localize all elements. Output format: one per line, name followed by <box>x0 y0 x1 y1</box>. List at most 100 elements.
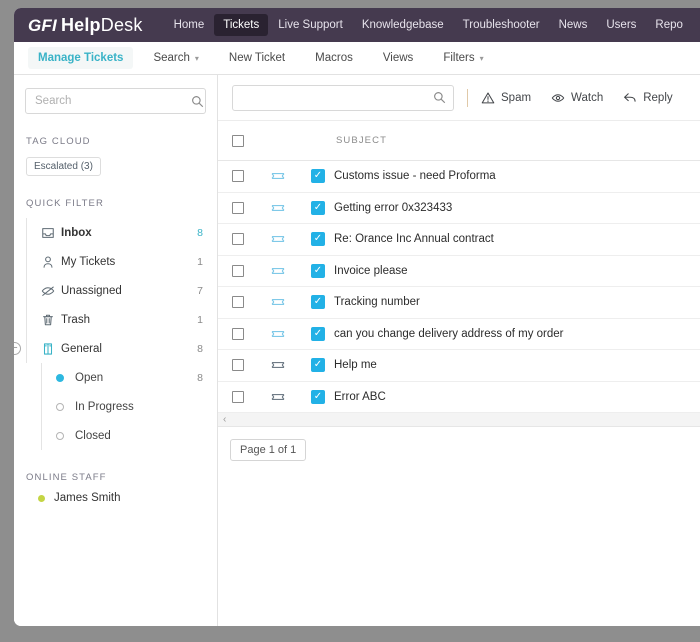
row-flag-checkbox[interactable]: ✓ <box>311 169 325 184</box>
app-logo[interactable]: GFI Help Desk <box>28 15 143 36</box>
table-row[interactable]: ✓ Getting error 0x323433 <box>218 193 700 224</box>
quick-filter-label: General <box>61 342 102 355</box>
tag-cloud-list: Escalated (3) <box>14 156 217 176</box>
status-filter-in-progress[interactable]: In Progress <box>42 392 217 421</box>
quick-filter-label: Inbox <box>61 226 92 239</box>
select-all-checkbox[interactable] <box>232 134 244 147</box>
ticket-subject[interactable]: Tracking number <box>334 296 700 308</box>
sidebar-search-box[interactable] <box>25 88 206 114</box>
row-flag-checkbox[interactable]: ✓ <box>311 263 325 278</box>
row-flag-checkbox[interactable]: ✓ <box>311 326 325 341</box>
row-select-checkbox[interactable] <box>232 359 244 372</box>
table-row[interactable]: ✓ can you change delivery address of my o… <box>218 319 700 350</box>
ticket-subject[interactable]: Customs issue - need Proforma <box>334 170 700 182</box>
row-select-cell[interactable] <box>218 201 254 214</box>
reply-button[interactable]: Reply <box>623 91 673 105</box>
table-row[interactable]: ✓ Error ABC <box>218 382 700 413</box>
top-nav-item-home[interactable]: Home <box>165 14 214 36</box>
row-flag-checkbox[interactable]: ✓ <box>311 232 325 247</box>
spam-button[interactable]: Spam <box>481 91 531 105</box>
ticket-subject[interactable]: Re: Orance Inc Annual contract <box>334 233 700 245</box>
row-flag-cell[interactable]: ✓ <box>302 295 334 310</box>
quick-filter-count: 7 <box>197 284 203 297</box>
row-select-checkbox[interactable] <box>232 327 244 340</box>
row-flag-checkbox[interactable]: ✓ <box>311 200 325 215</box>
row-select-checkbox[interactable] <box>232 264 244 277</box>
row-select-cell[interactable] <box>218 233 254 246</box>
collapse-toggle-icon[interactable]: − <box>14 342 21 355</box>
row-select-checkbox[interactable] <box>232 233 244 246</box>
ticket-subject[interactable]: Error ABC <box>334 391 700 403</box>
row-flag-checkbox[interactable]: ✓ <box>311 358 325 373</box>
status-filter-label: Open <box>75 371 104 384</box>
table-row[interactable]: ✓ Help me <box>218 350 700 382</box>
subnav-item-filters[interactable]: Filters ▾ <box>433 47 493 69</box>
row-select-cell[interactable] <box>218 327 254 340</box>
ticket-search-input[interactable] <box>240 90 433 105</box>
top-nav-item-news[interactable]: News <box>550 14 597 36</box>
top-nav-item-tickets[interactable]: Tickets <box>214 14 269 36</box>
row-flag-cell[interactable]: ✓ <box>302 232 334 247</box>
quick-filter-label: Trash <box>61 313 90 326</box>
subnav-item-macros[interactable]: Macros <box>305 47 363 69</box>
subnav-item-manage-tickets[interactable]: Manage Tickets <box>28 47 134 69</box>
watch-button[interactable]: Watch <box>551 91 603 105</box>
row-select-checkbox[interactable] <box>232 170 244 183</box>
ticket-subject[interactable]: Help me <box>334 359 700 371</box>
status-filter-closed[interactable]: Closed <box>42 421 217 450</box>
row-select-cell[interactable] <box>218 296 254 309</box>
quick-filter-item-trash[interactable]: Trash 1 <box>27 305 217 334</box>
horizontal-scrollbar[interactable]: ‹ <box>218 413 700 427</box>
subnav-item-new-ticket[interactable]: New Ticket <box>219 47 295 69</box>
ticket-subject[interactable]: Invoice please <box>334 265 700 277</box>
status-filter-count: 8 <box>197 371 203 384</box>
top-nav-item-knowledgebase[interactable]: Knowledgebase <box>353 14 453 36</box>
row-select-cell[interactable] <box>218 359 254 372</box>
online-staff-member[interactable]: James Smith <box>38 492 217 504</box>
top-nav-item-troubleshooter[interactable]: Troubleshooter <box>454 14 549 36</box>
row-flag-cell[interactable]: ✓ <box>302 169 334 184</box>
eye-slash-icon <box>41 284 61 298</box>
table-row[interactable]: ✓ Customs issue - need Proforma <box>218 161 700 193</box>
subnav-item-search[interactable]: Search ▾ <box>143 47 208 69</box>
ticket-subject[interactable]: Getting error 0x323433 <box>334 202 700 214</box>
table-row[interactable]: ✓ Re: Orance Inc Annual contract <box>218 224 700 256</box>
row-flag-cell[interactable]: ✓ <box>302 358 334 373</box>
sidebar-search-input[interactable] <box>33 94 191 108</box>
row-select-cell[interactable] <box>218 170 254 183</box>
quick-filter-item-inbox[interactable]: Inbox 8 <box>27 218 217 247</box>
ticket-search-box[interactable] <box>232 84 454 111</box>
column-header-subject[interactable]: SUBJECT <box>334 135 700 146</box>
quick-filter-count: 1 <box>197 255 203 268</box>
row-flag-checkbox[interactable]: ✓ <box>311 389 325 404</box>
scroll-left-icon[interactable]: ‹ <box>223 414 226 425</box>
row-select-cell[interactable] <box>218 390 254 403</box>
row-flag-cell[interactable]: ✓ <box>302 200 334 215</box>
status-filter-open[interactable]: Open 8 <box>42 363 217 392</box>
top-nav-item-repo[interactable]: Repo <box>646 14 692 36</box>
top-nav-item-users[interactable]: Users <box>597 14 645 36</box>
tag-chip[interactable]: Escalated (3) <box>26 157 101 176</box>
page-indicator-button[interactable]: Page 1 of 1 <box>230 439 307 461</box>
row-flag-cell[interactable]: ✓ <box>302 389 334 404</box>
quick-filter-list: Inbox 8 My Tickets 1 Unassigned 7 Trash 1 − Gener… <box>14 218 217 363</box>
row-select-checkbox[interactable] <box>232 201 244 214</box>
row-flag-cell[interactable]: ✓ <box>302 263 334 278</box>
row-select-checkbox[interactable] <box>232 296 244 309</box>
quick-filter-item-my-tickets[interactable]: My Tickets 1 <box>27 247 217 276</box>
status-filter-label: Closed <box>75 429 111 442</box>
subnav-item-views[interactable]: Views <box>373 47 423 69</box>
spam-label: Spam <box>501 91 532 104</box>
row-select-checkbox[interactable] <box>232 390 244 403</box>
subnav-item-label: Macros <box>315 52 353 64</box>
select-all-cell[interactable] <box>218 134 254 147</box>
row-flag-checkbox[interactable]: ✓ <box>311 295 325 310</box>
quick-filter-item-general[interactable]: − General 8 <box>14 334 217 363</box>
row-select-cell[interactable] <box>218 264 254 277</box>
table-row[interactable]: ✓ Invoice please <box>218 256 700 287</box>
top-nav-item-live-support[interactable]: Live Support <box>269 14 352 36</box>
ticket-subject[interactable]: can you change delivery address of my or… <box>334 328 700 340</box>
row-flag-cell[interactable]: ✓ <box>302 326 334 341</box>
quick-filter-item-unassigned[interactable]: Unassigned 7 <box>27 276 217 305</box>
table-row[interactable]: ✓ Tracking number <box>218 287 700 319</box>
